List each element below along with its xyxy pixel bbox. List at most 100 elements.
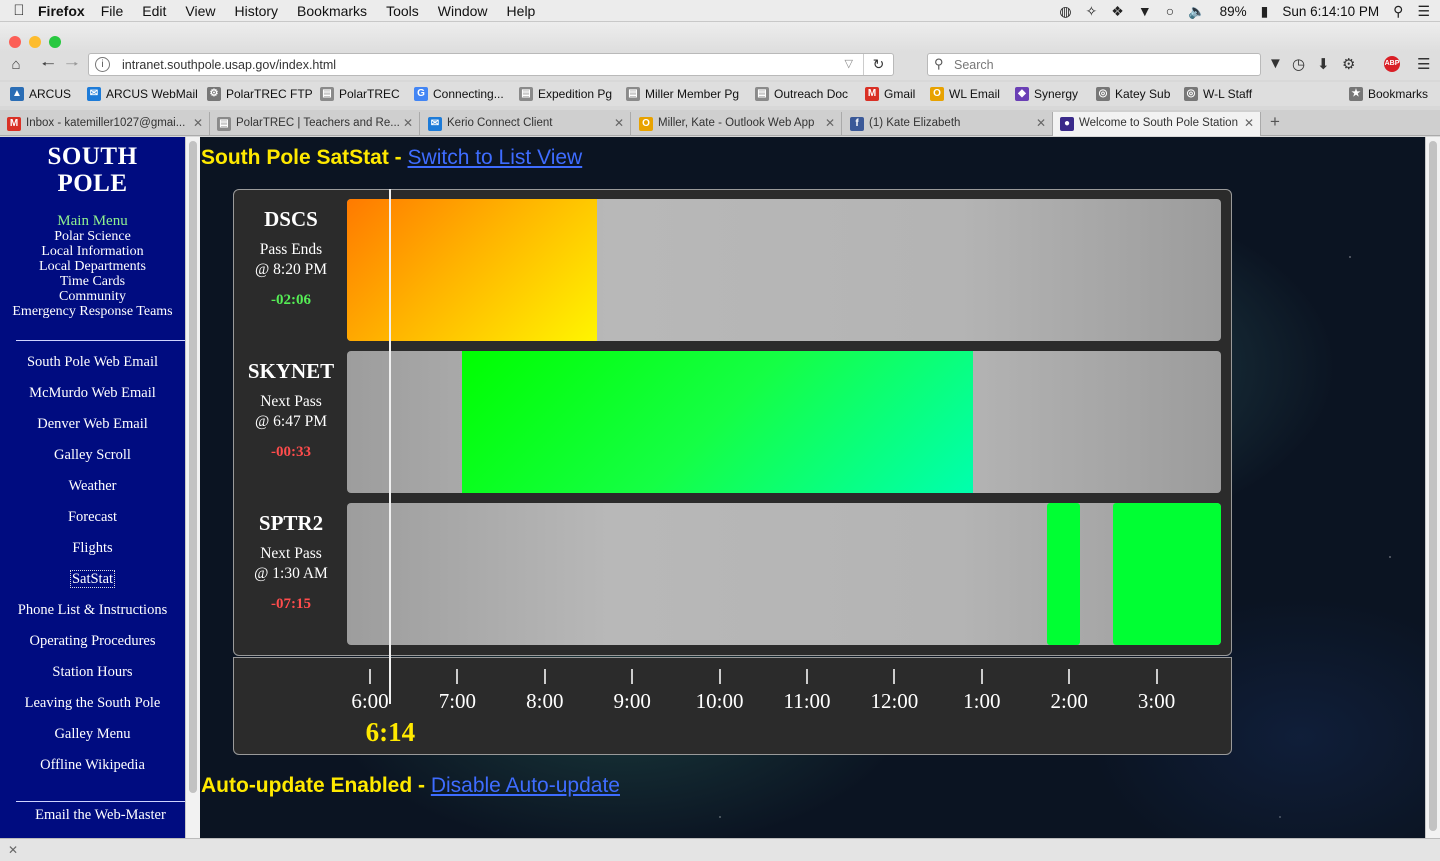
bookmark-item[interactable]: ◎ Katey Sub	[1096, 87, 1170, 101]
spotlight-search-icon[interactable]: ⚲	[1393, 3, 1403, 20]
submenu-item[interactable]: Local Information	[0, 244, 185, 259]
zoom-window-button[interactable]	[49, 36, 61, 48]
chat-icon[interactable]: ○	[1166, 3, 1174, 19]
browser-tab[interactable]: M Inbox - katemiller1027@gmai... ✕	[0, 112, 210, 136]
browser-tab[interactable]: ▤ PolarTREC | Teachers and Re... ✕	[210, 112, 420, 136]
new-tab-button[interactable]: +	[1262, 112, 1288, 134]
sidebar-link-label: Leaving the South Pole	[24, 695, 161, 711]
bookmark-item[interactable]: ⚙ PolarTREC FTP	[207, 87, 313, 101]
downloads-icon[interactable]: ⬇	[1317, 55, 1330, 73]
submenu-item[interactable]: Community	[0, 289, 185, 304]
settings-gear-icon[interactable]: ⚙	[1342, 55, 1355, 73]
bookmark-item[interactable]: G Connecting...	[414, 87, 504, 101]
menu-edit[interactable]: Edit	[142, 3, 166, 19]
email-webmaster-link[interactable]: Email the Web-Master	[8, 807, 193, 824]
disable-auto-update-link[interactable]: Disable Auto-update	[431, 774, 620, 797]
adblock-plus-icon[interactable]: ABP	[1384, 56, 1400, 72]
sidebar-link[interactable]: SatStat	[0, 570, 185, 588]
tool-icon[interactable]: ✧	[1086, 3, 1098, 20]
bookmark-item[interactable]: M Gmail	[865, 87, 915, 101]
mail-icon: ✉	[428, 117, 442, 131]
sidebar-scrollbar[interactable]	[185, 137, 200, 838]
bookmark-item[interactable]: ▤ Expedition Pg	[519, 87, 612, 101]
sidebar-link[interactable]: Phone List & Instructions	[0, 602, 185, 619]
sidebar-link[interactable]: Forecast	[0, 509, 185, 526]
sidebar-link[interactable]: Galley Menu	[0, 726, 185, 743]
menu-help[interactable]: Help	[507, 3, 536, 19]
sidebar-link[interactable]: Offline Wikipedia	[0, 757, 185, 774]
sidebar-link[interactable]: McMurdo Web Email	[0, 385, 185, 402]
bookmark-item[interactable]: ◎ W-L Staff	[1184, 87, 1252, 101]
menu-window[interactable]: Window	[438, 3, 488, 19]
gmail-icon: M	[7, 117, 21, 131]
airplay-icon[interactable]: ◍	[1059, 3, 1071, 20]
bookmark-item[interactable]: ▤ PolarTREC	[320, 87, 400, 101]
bookmarks-menu-button[interactable]: ★ Bookmarks	[1349, 87, 1428, 101]
battery-icon[interactable]: ▮	[1261, 3, 1269, 20]
close-tab-icon[interactable]: ✕	[193, 116, 203, 130]
url-history-dropdown-icon[interactable]: ▽	[845, 57, 853, 70]
site-info-icon[interactable]: i	[95, 57, 110, 72]
close-tab-icon[interactable]: ✕	[825, 116, 835, 130]
bookmark-item[interactable]: ▲ ARCUS	[10, 87, 71, 101]
forward-arrow-icon[interactable]: 🠒	[61, 55, 83, 75]
bookmark-item[interactable]: ✉ ARCUS WebMail	[87, 87, 198, 101]
browser-tab[interactable]: f (1) Kate Elizabeth ✕	[843, 112, 1053, 136]
submenu-item[interactable]: Emergency Response Teams	[0, 304, 185, 319]
close-status-icon[interactable]: ✕	[8, 843, 18, 857]
submenu-item[interactable]: Local Departments	[0, 259, 185, 274]
back-arrow-icon[interactable]: 🠐	[37, 55, 59, 75]
history-clock-icon[interactable]: ◷	[1292, 55, 1305, 73]
sidebar-link[interactable]: Denver Web Email	[0, 416, 185, 433]
home-icon[interactable]: ⌂	[5, 55, 27, 75]
app-menu[interactable]: Firefox	[38, 3, 85, 19]
pass-window-bar	[1112, 503, 1221, 645]
pass-status: Pass Ends	[259, 241, 323, 258]
submenu-item[interactable]: Polar Science	[0, 229, 185, 244]
wifi-icon[interactable]: ▼	[1138, 3, 1152, 19]
switch-list-view-link[interactable]: Switch to List View	[408, 146, 583, 169]
notification-center-icon[interactable]: ☰	[1417, 3, 1430, 20]
reload-icon[interactable]: ↻	[863, 54, 893, 75]
sidebar-link[interactable]: Leaving the South Pole	[0, 695, 185, 712]
close-tab-icon[interactable]: ✕	[1244, 116, 1254, 130]
submenu-item[interactable]: Time Cards	[0, 274, 185, 289]
sidebar-link[interactable]: Station Hours	[0, 664, 185, 681]
bookmark-item[interactable]: ▤ Outreach Doc	[755, 87, 848, 101]
menu-tools[interactable]: Tools	[386, 3, 419, 19]
menu-file[interactable]: File	[101, 3, 124, 19]
menu-bookmarks[interactable]: Bookmarks	[297, 3, 367, 19]
close-tab-icon[interactable]: ✕	[614, 116, 624, 130]
site-logo[interactable]: SOUTH POLE	[0, 143, 185, 197]
page-scrollbar[interactable]	[1425, 137, 1440, 838]
volume-icon[interactable]: 🔈	[1188, 3, 1205, 20]
sidebar-link[interactable]: Flights	[0, 540, 185, 557]
menu-view[interactable]: View	[185, 3, 215, 19]
page-scrollbar-thumb[interactable]	[1429, 141, 1437, 831]
pocket-icon[interactable]: ▼	[1268, 55, 1283, 72]
search-input[interactable]: ⚲ Search	[927, 53, 1261, 76]
sidebar-link[interactable]: Weather	[0, 478, 185, 495]
sidebar-link[interactable]: Galley Scroll	[0, 447, 185, 464]
sidebar-scrollbar-thumb[interactable]	[189, 141, 197, 793]
dropbox-icon[interactable]: ❖	[1111, 3, 1124, 20]
browser-tab[interactable]: O Miller, Kate - Outlook Web App ✕	[632, 112, 842, 136]
main-menu-link[interactable]: Main Menu	[0, 213, 185, 229]
apple-icon[interactable]: 	[0, 2, 38, 19]
menubar-clock[interactable]: Sun 6:14:10 PM	[1282, 4, 1379, 19]
browser-tab[interactable]: ● Welcome to South Pole Station ✕	[1053, 112, 1261, 136]
minimize-window-button[interactable]	[29, 36, 41, 48]
sidebar-link[interactable]: South Pole Web Email	[0, 354, 185, 371]
browser-tab[interactable]: ✉ Kerio Connect Client ✕	[421, 112, 631, 136]
hamburger-menu-icon[interactable]: ☰	[1417, 55, 1430, 73]
close-tab-icon[interactable]: ✕	[1036, 116, 1046, 130]
bookmark-item[interactable]: O WL Email	[930, 87, 1000, 101]
close-window-button[interactable]	[9, 36, 21, 48]
url-text[interactable]: intranet.southpole.usap.gov/index.html	[122, 58, 336, 72]
bookmark-item[interactable]: ▤ Miller Member Pg	[626, 87, 739, 101]
url-bar[interactable]: i intranet.southpole.usap.gov/index.html…	[88, 53, 894, 76]
bookmark-item[interactable]: ◆ Synergy	[1015, 87, 1078, 101]
menu-history[interactable]: History	[234, 3, 278, 19]
close-tab-icon[interactable]: ✕	[403, 116, 413, 130]
sidebar-link[interactable]: Operating Procedures	[0, 633, 185, 650]
